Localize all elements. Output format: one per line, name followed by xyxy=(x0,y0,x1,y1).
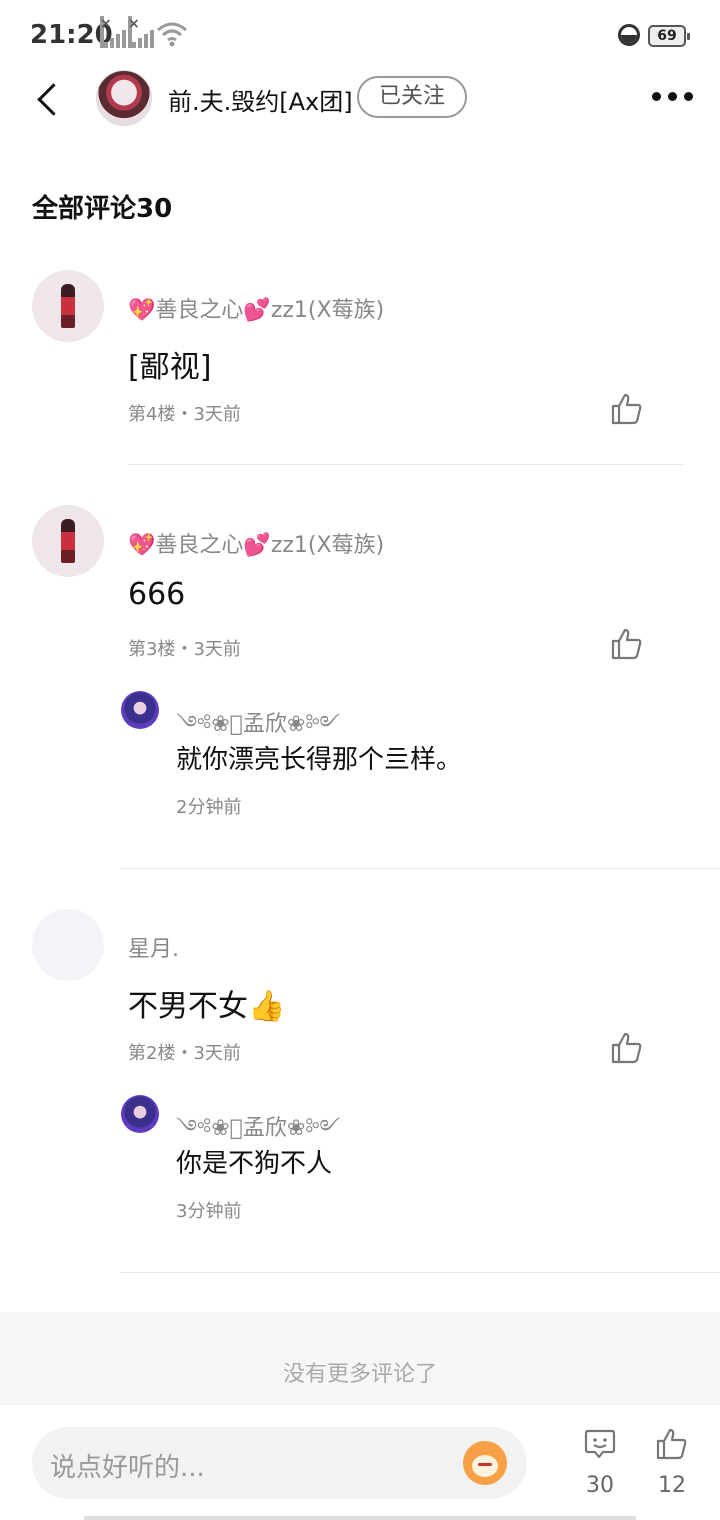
like-count: 12 xyxy=(658,1473,686,1498)
comment-text: 666 xyxy=(128,577,186,612)
home-indicator xyxy=(84,1516,636,1520)
comment-count-button[interactable]: 30 xyxy=(572,1427,628,1498)
author-avatar[interactable] xyxy=(96,70,152,126)
reply-meta: 2分钟前 xyxy=(176,797,242,818)
no-more-comments-text: 没有更多评论了 xyxy=(282,1362,437,1387)
header: 前.夫.毁约[Ax团] 已关注 xyxy=(0,66,720,130)
battery-icon: 69 xyxy=(648,25,690,47)
comment-meta: 第3楼・3天前 xyxy=(128,639,241,660)
wifi-icon xyxy=(157,22,187,47)
comment-count: 30 xyxy=(586,1473,614,1498)
divider xyxy=(120,1272,720,1273)
do-not-disturb-icon xyxy=(618,24,640,46)
divider xyxy=(128,464,684,465)
comment-text: [鄙视] xyxy=(128,350,212,385)
status-bar: 21:20 × × 69 xyxy=(0,0,720,72)
comment-meta: 第2楼・3天前 xyxy=(128,1043,241,1064)
emoji-mascot-icon[interactable] xyxy=(463,1441,507,1485)
reply-avatar[interactable] xyxy=(121,691,159,729)
more-options-button[interactable] xyxy=(648,86,696,106)
cellular-signal-icon: × xyxy=(100,16,126,48)
comment-meta: 第4楼・3天前 xyxy=(128,404,241,425)
author-name[interactable]: 前.夫.毁约[Ax团] xyxy=(168,82,353,117)
cellular-signal-icon-2: × xyxy=(128,16,154,48)
commenter-avatar[interactable] xyxy=(32,909,104,981)
thumbs-up-icon[interactable] xyxy=(610,392,644,426)
comment-bubble-icon xyxy=(584,1429,616,1459)
reply-avatar[interactable] xyxy=(121,1095,159,1133)
commenter-name[interactable]: 星月. xyxy=(128,931,179,963)
commenter-name[interactable]: 💖善良之心💕zz1(X莓族) xyxy=(128,292,384,324)
reply-text: 你是不狗不人 xyxy=(176,1149,333,1179)
thumbs-up-icon[interactable] xyxy=(610,627,644,661)
back-button[interactable] xyxy=(30,80,66,120)
reply-text: 就你漂亮长得那个亖样。 xyxy=(176,745,463,775)
reply-meta: 3分钟前 xyxy=(176,1201,242,1222)
comment-text: 不男不女👍 xyxy=(128,989,286,1024)
commenter-name[interactable]: 💖善良之心💕zz1(X莓族) xyxy=(128,527,384,559)
thumbs-up-icon xyxy=(656,1428,687,1460)
commenter-avatar[interactable] xyxy=(32,270,104,342)
comment-input[interactable]: 说点好听的... xyxy=(32,1427,527,1499)
divider xyxy=(120,868,720,869)
like-count-button[interactable]: 12 xyxy=(644,1427,700,1498)
comments-section-title: 全部评论30 xyxy=(32,194,173,224)
follow-button[interactable]: 已关注 xyxy=(357,76,467,118)
thumbs-up-icon[interactable] xyxy=(610,1031,644,1065)
bottom-bar: 说点好听的... 30 12 xyxy=(0,1404,720,1520)
commenter-avatar[interactable] xyxy=(32,505,104,577)
comment-input-placeholder: 说点好听的... xyxy=(50,1453,205,1483)
